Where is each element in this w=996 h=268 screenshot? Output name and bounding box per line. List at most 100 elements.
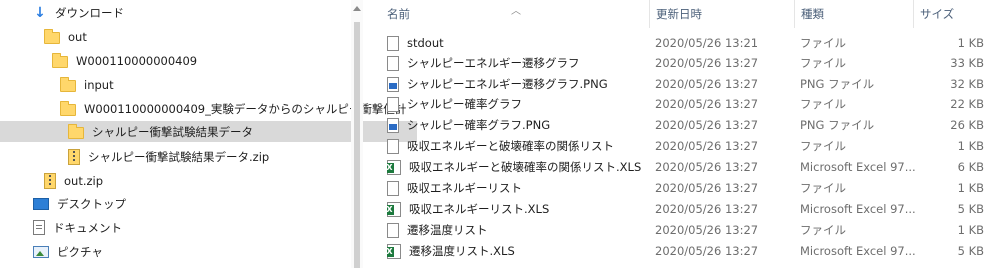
png-image-icon <box>387 118 399 133</box>
file-icon <box>387 56 399 71</box>
column-header-type[interactable]: 種類 <box>795 0 915 28</box>
file-row[interactable]: stdout 2020/05/26 13:21 ファイル 1 KB <box>367 33 996 54</box>
nav-item-out-zip[interactable]: out.zip <box>0 170 393 191</box>
file-size: 33 KB <box>950 56 984 70</box>
nav-item-w000110000000409[interactable]: W000110000000409 <box>0 50 401 71</box>
file-type: PNG ファイル <box>800 77 875 91</box>
navigation-pane: ↓ ダウンロード out W000110000000409 input W000… <box>0 0 417 268</box>
file-row[interactable]: 吸収エネルギーリスト 2020/05/26 13:27 ファイル 1 KB <box>367 178 996 199</box>
file-row[interactable]: 遷移温度リスト.XLS 2020/05/26 13:27 Microsoft E… <box>367 241 996 262</box>
nav-item-label: ドキュメント <box>53 220 122 235</box>
file-row[interactable]: 吸収エネルギーと破壊確率の関係リスト 2020/05/26 13:27 ファイル… <box>367 136 996 157</box>
file-name: 吸収エネルギーリスト.XLS <box>409 202 550 216</box>
file-name: 遷移温度リスト.XLS <box>409 244 515 258</box>
file-date: 2020/05/26 13:27 <box>655 223 759 237</box>
file-row[interactable]: 吸収エネルギーリスト.XLS 2020/05/26 13:27 Microsof… <box>367 199 996 220</box>
file-date: 2020/05/26 13:27 <box>655 202 759 216</box>
nav-item-downloads[interactable]: ↓ ダウンロード <box>0 2 382 23</box>
file-date: 2020/05/26 13:27 <box>655 77 759 91</box>
scroll-up-arrow-icon[interactable] <box>353 6 361 11</box>
file-size: 26 KB <box>950 118 984 132</box>
excel-icon <box>387 202 401 217</box>
excel-icon <box>387 244 401 259</box>
file-size: 1 KB <box>957 181 984 195</box>
file-type: Microsoft Excel 97... <box>800 202 916 216</box>
file-name: 吸収エネルギーリスト <box>407 181 522 195</box>
png-image-icon <box>387 77 399 92</box>
nav-item-label: シャルピー衝撃試験結果データ <box>92 124 253 139</box>
folder-icon <box>68 123 84 139</box>
nav-item-label: ピクチャ <box>57 244 103 259</box>
file-row[interactable]: シャルピーエネルギー遷移グラフ 2020/05/26 13:27 ファイル 33… <box>367 53 996 74</box>
nav-item-label: out.zip <box>64 173 104 188</box>
column-header-size[interactable]: サイズ <box>914 0 994 28</box>
column-header: 名前 ︿ 更新日時 種類 サイズ <box>367 0 996 28</box>
file-icon <box>387 36 399 51</box>
file-date: 2020/05/26 13:27 <box>655 118 759 132</box>
file-type: ファイル <box>800 139 846 153</box>
file-type: Microsoft Excel 97... <box>800 244 916 258</box>
file-date: 2020/05/26 13:21 <box>655 36 759 50</box>
file-type: ファイル <box>800 223 846 237</box>
file-row[interactable]: シャルピー確率グラフ.PNG 2020/05/26 13:27 PNG ファイル… <box>367 115 996 136</box>
desktop-icon <box>33 197 49 210</box>
file-row[interactable]: 吸収エネルギーと破壊確率の関係リスト.XLS 2020/05/26 13:27 … <box>367 157 996 178</box>
file-size: 1 KB <box>957 139 984 153</box>
file-name: stdout <box>407 36 444 50</box>
file-name: 吸収エネルギーと破壊確率の関係リスト <box>407 139 614 153</box>
nav-item-label: シャルピー衝撃試験結果データ.zip <box>88 149 270 164</box>
file-size: 1 KB <box>957 36 984 50</box>
file-row[interactable]: シャルピー確率グラフ 2020/05/26 13:27 ファイル 22 KB <box>367 94 996 115</box>
file-row[interactable]: 遷移温度リスト 2020/05/26 13:27 ファイル 1 KB <box>367 220 996 241</box>
zip-icon <box>68 148 80 165</box>
nav-item-out[interactable]: out <box>0 26 393 47</box>
nav-item-label: デスクトップ <box>57 196 126 211</box>
documents-icon <box>33 220 45 235</box>
file-type: ファイル <box>800 56 846 70</box>
pictures-icon <box>33 245 49 258</box>
nav-item-label: ダウンロード <box>55 5 124 20</box>
file-icon <box>387 97 399 112</box>
file-size: 32 KB <box>950 77 984 91</box>
file-date: 2020/05/26 13:27 <box>655 244 759 258</box>
file-name: シャルピー確率グラフ <box>407 97 522 111</box>
file-size: 6 KB <box>957 160 984 174</box>
column-header-date[interactable]: 更新日時 <box>650 0 795 28</box>
file-size: 22 KB <box>950 97 984 111</box>
folder-icon <box>44 28 60 44</box>
file-icon <box>387 181 399 196</box>
file-date: 2020/05/26 13:27 <box>655 97 759 111</box>
nav-item-documents[interactable]: ドキュメント <box>0 217 382 238</box>
file-type: ファイル <box>800 181 846 195</box>
file-type: ファイル <box>800 97 846 111</box>
file-icon <box>387 139 399 154</box>
folder-icon <box>60 76 76 92</box>
file-name: シャルピー確率グラフ.PNG <box>407 118 551 132</box>
zip-icon <box>44 172 56 189</box>
folder-icon <box>52 52 68 68</box>
file-name: シャルピーエネルギー遷移グラフ <box>407 56 580 70</box>
file-type: Microsoft Excel 97... <box>800 160 916 174</box>
nav-item-input[interactable]: input <box>0 74 409 95</box>
file-type: PNG ファイル <box>800 118 875 132</box>
nav-item-label: input <box>84 77 114 92</box>
download-arrow-icon: ↓ <box>34 4 46 21</box>
folder-icon <box>60 100 76 116</box>
nav-item-label: W000110000000409 <box>76 53 198 68</box>
file-row[interactable]: シャルピーエネルギー遷移グラフ.PNG 2020/05/26 13:27 PNG… <box>367 74 996 95</box>
file-date: 2020/05/26 13:27 <box>655 181 759 195</box>
nav-item-label: out <box>68 29 87 44</box>
excel-icon <box>387 160 401 175</box>
file-size: 5 KB <box>957 202 984 216</box>
scrollbar-thumb[interactable] <box>354 22 360 268</box>
file-date: 2020/05/26 13:27 <box>655 160 759 174</box>
nav-item-pictures[interactable]: ピクチャ <box>0 241 382 262</box>
nav-item-desktop[interactable]: デスクトップ <box>0 193 382 214</box>
file-date: 2020/05/26 13:27 <box>655 139 759 153</box>
nav-item-experiment-folder[interactable]: W000110000000409_実験データからのシャルピー衝撃値計 <box>0 98 409 119</box>
file-name: 遷移温度リスト <box>407 223 488 237</box>
nav-scrollbar[interactable] <box>351 0 363 268</box>
file-icon <box>387 223 399 238</box>
file-type: ファイル <box>800 36 846 50</box>
file-name: シャルピーエネルギー遷移グラフ.PNG <box>407 77 608 91</box>
